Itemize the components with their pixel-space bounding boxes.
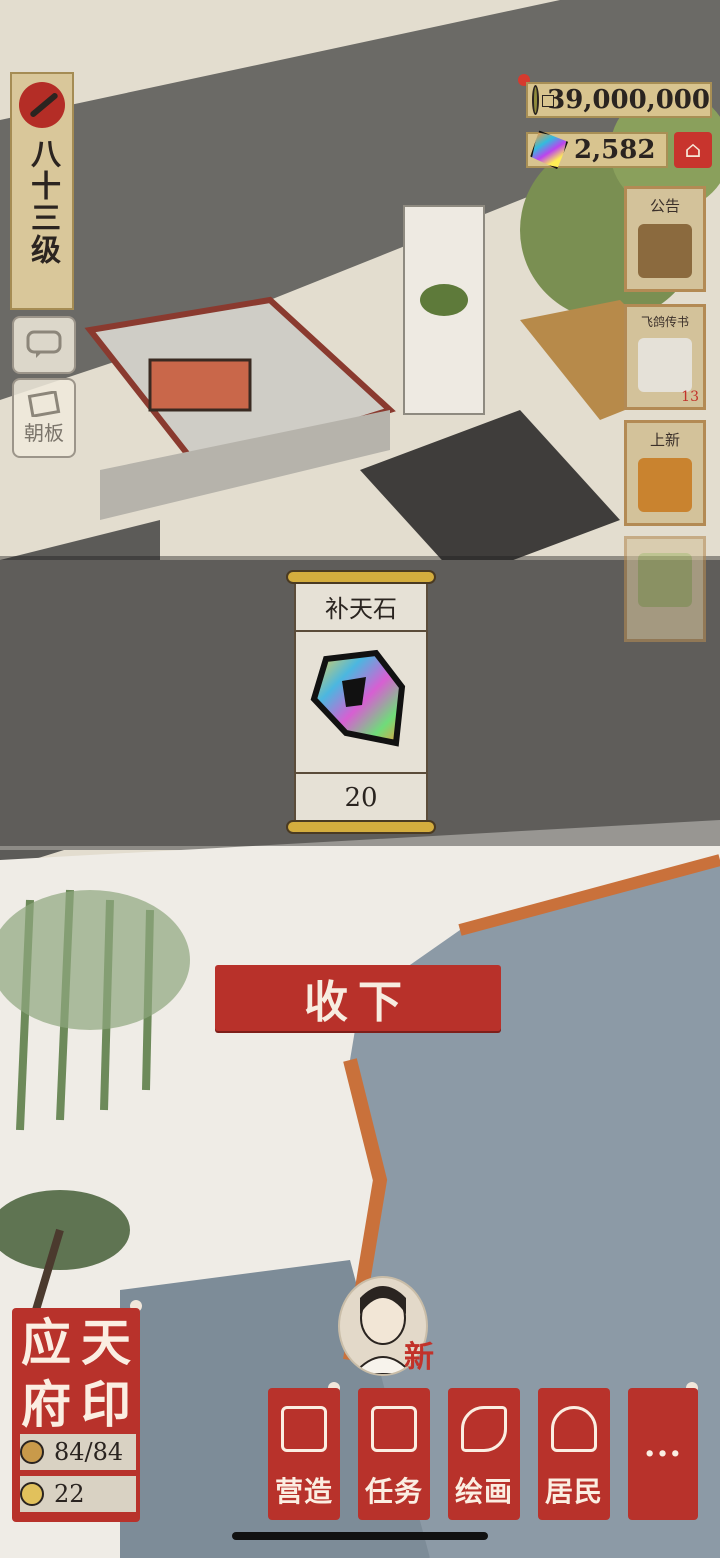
happiness-stat: 22 [20,1476,136,1512]
happiness-value: 22 [54,1480,85,1508]
new-items-label: 上新 [649,431,680,449]
seal-char: 天 [81,1313,131,1372]
brush-seal-icon [19,82,65,128]
gem-stone-icon [529,130,569,170]
court-board-icon [27,390,61,417]
seal-char: 府 [21,1375,71,1434]
pigeon-icon [638,338,692,392]
announcement-card[interactable]: 公告 [624,186,706,292]
pigeon-mail-card[interactable]: 飞鸽传书 13 [624,304,706,410]
new-item-icon [638,458,692,512]
accept-button[interactable]: 收下 [215,965,501,1031]
nav-tasks-label: 任务 [364,1475,423,1508]
court-board-label: 朝板 [24,420,64,445]
reward-item-count: 20 [296,772,426,822]
gem-amount: 2,582 [574,135,656,165]
copper-coin-icon [532,85,555,115]
level-label: 八十三级 [25,138,60,266]
pavilion-icon [281,1406,327,1452]
nav-build-label: 营造 [274,1475,333,1508]
gem-counter: 2,582 [526,132,668,168]
coin-amount: 39,000,000 [547,85,710,115]
new-items-card[interactable]: 上新 [624,420,706,526]
event-card[interactable] [624,536,706,642]
reward-scroll: 补天石 20 [286,568,436,834]
shop-icon: ⌂ [684,137,702,163]
resident-icon [551,1406,597,1452]
nav-more[interactable]: ··· [628,1388,698,1520]
scroll-icon [461,1406,507,1452]
speech-bubble-icon [26,330,62,358]
scroll-roller-top [286,570,436,584]
population-value: 84/84 [54,1438,124,1466]
nav-residents-label: 居民 [544,1475,603,1508]
city-seal-title: 应 天 府 印 [16,1312,136,1436]
scroll-roller-bottom [286,820,436,834]
pigeon-mail-badge: 13 [681,389,699,405]
reward-item-name: 补天石 [296,582,426,632]
announcement-label: 公告 [649,197,680,215]
coin-counter: 39,000,000 [526,82,712,118]
nav-build[interactable]: 营造 [268,1388,340,1520]
population-icon [20,1440,44,1464]
seal-char: 应 [21,1313,71,1372]
avatar-new-badge: 新 [404,1340,434,1375]
nav-painting[interactable]: 绘画 [448,1388,520,1520]
pigeon-mail-label: 飞鸽传书 [640,315,689,329]
task-book-icon [371,1406,417,1452]
population-stat: 84/84 [20,1434,136,1470]
city-seal[interactable]: 应 天 府 印 84/84 22 [12,1308,140,1522]
court-board-button[interactable]: 朝板 [12,378,76,458]
nav-residents[interactable]: 居民 [538,1388,610,1520]
notice-board-icon [638,224,692,278]
nav-painting-label: 绘画 [454,1475,513,1508]
nav-tasks[interactable]: 任务 [358,1388,430,1520]
reward-image [296,632,426,772]
reward-body: 补天石 20 [294,580,428,824]
seal-char: 印 [81,1375,131,1434]
more-icon: ··· [643,1434,683,1474]
smiley-icon [20,1482,44,1506]
chat-button[interactable] [12,316,76,374]
flower-bundle-icon [638,553,692,607]
rainbow-stone-icon [310,649,406,747]
home-indicator[interactable] [232,1532,488,1540]
shop-button[interactable]: ⌂ [674,132,712,168]
player-level-badge[interactable]: 八十三级 [10,72,74,310]
